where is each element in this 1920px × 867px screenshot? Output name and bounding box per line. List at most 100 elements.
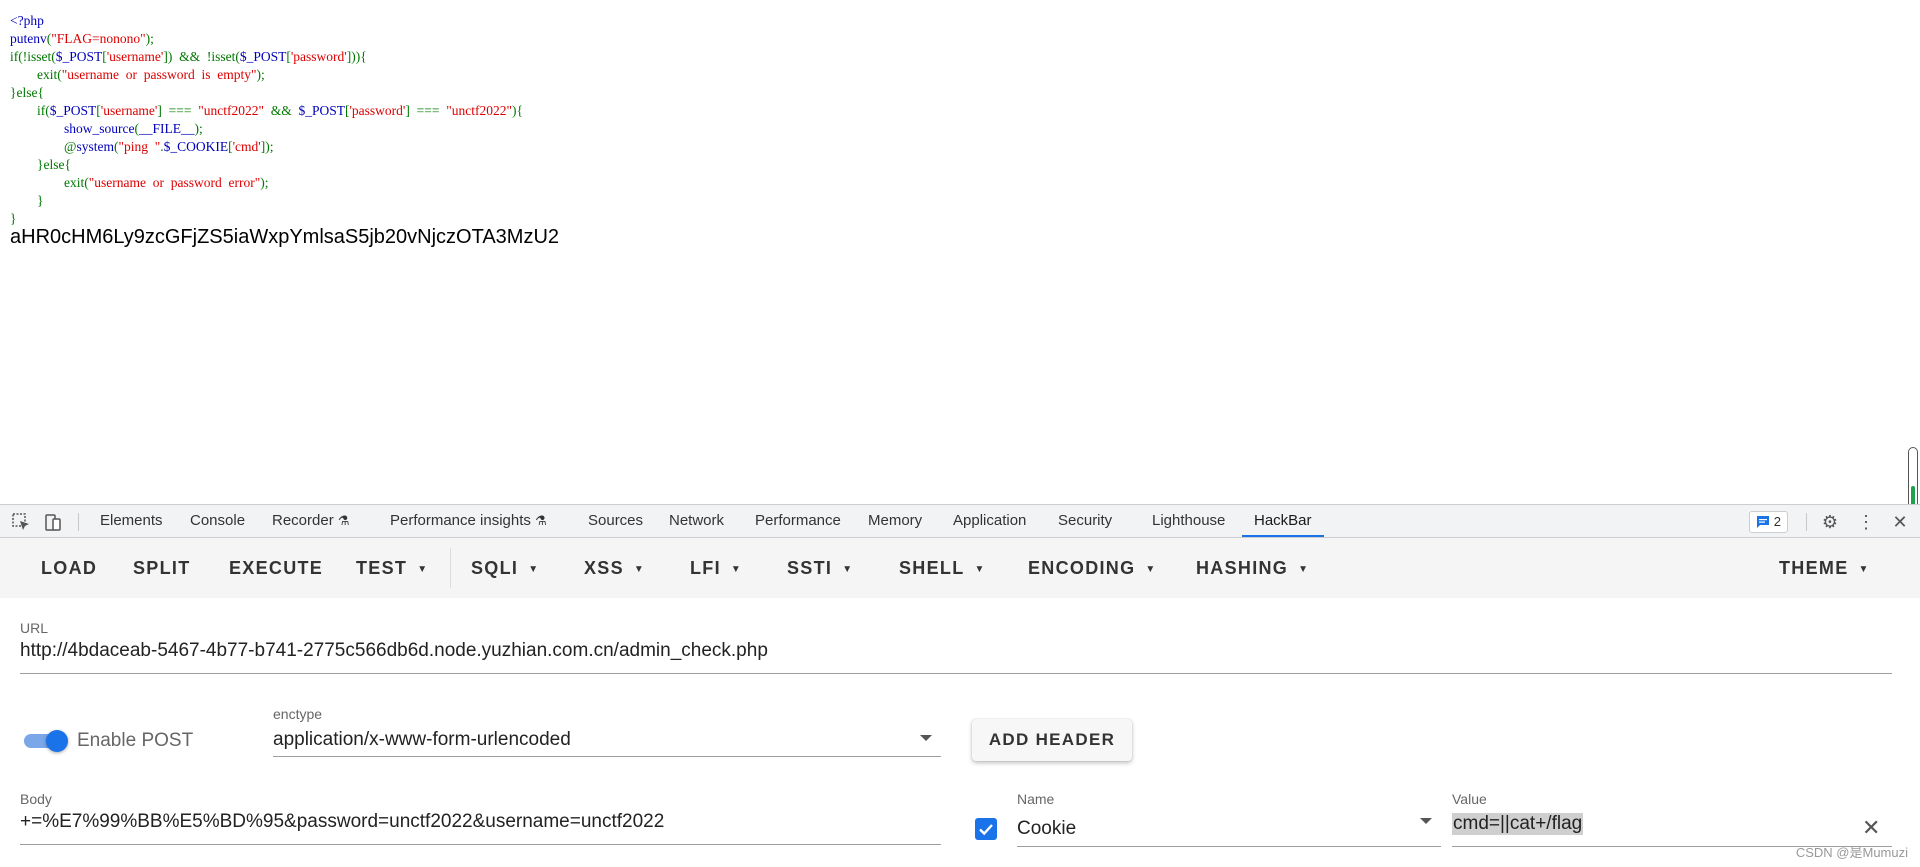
code-token: putenv (10, 31, 47, 46)
check-icon (979, 824, 993, 836)
code-token: } (10, 211, 17, 226)
code-token: 'password' (290, 49, 347, 64)
url-input[interactable]: http://4bdaceab-5467-4b77-b741-2775c566d… (20, 640, 768, 662)
sqli-menu-button[interactable]: SQLI ▼ (471, 550, 539, 586)
code-line: <?php (10, 12, 523, 30)
split-button[interactable]: SPLIT (133, 550, 191, 586)
php-source-code: <?php putenv("FLAG=nonono"); if(!isset( $_P… (10, 12, 523, 228)
test-menu-button[interactable]: TEST ▼ (356, 550, 428, 586)
code-token: $_POST (239, 49, 287, 64)
clear-icon[interactable]: ✕ (1862, 815, 1880, 841)
devtools-tab-bar: Elements Console Recorder ⚗ Performance … (0, 504, 1920, 538)
code-token: ])){ (346, 49, 367, 64)
code-token: 'password' (349, 103, 406, 118)
chevron-down-icon: ▼ (842, 564, 854, 575)
code-token: $_POST (298, 103, 345, 118)
inspect-icon[interactable] (10, 511, 32, 533)
add-header-button[interactable]: ADD HEADER (972, 719, 1132, 761)
code-token: "ping " (118, 139, 161, 154)
chevron-down-icon[interactable] (920, 735, 932, 741)
shell-menu-label: SHELL (899, 558, 965, 578)
enable-post-label: Enable POST (77, 730, 194, 751)
kebab-menu-icon[interactable]: ⋮ (1856, 512, 1876, 532)
tab-network[interactable]: Network (669, 505, 724, 537)
tab-performance[interactable]: Performance (755, 505, 841, 537)
code-line: @system("ping ".$_COOKIE['cmd']); (10, 138, 523, 156)
tab-sources[interactable]: Sources (588, 505, 643, 537)
header-name-select[interactable]: Cookie (1017, 818, 1076, 840)
tab-recorder-label: Recorder (272, 512, 334, 529)
code-line: exit("username or password is empty"); (10, 66, 523, 84)
code-token: 'username' (106, 49, 164, 64)
code-token: system (76, 139, 114, 154)
code-line: show_source(__FILE__); (10, 120, 523, 138)
sqli-menu-label: SQLI (471, 558, 519, 578)
tab-performance-insights-label: Performance insights (390, 512, 531, 529)
tab-console[interactable]: Console (190, 505, 245, 537)
close-icon[interactable]: ✕ (1890, 512, 1910, 532)
chevron-down-icon: ▼ (974, 564, 986, 575)
code-token: if( (10, 103, 50, 118)
code-token: if(!isset( (10, 49, 56, 64)
execute-button[interactable]: EXECUTE (229, 550, 323, 586)
tab-hackbar[interactable]: HackBar (1242, 505, 1324, 537)
url-label: URL (20, 620, 49, 636)
code-line: } (10, 192, 523, 210)
code-token: ] === (157, 103, 199, 118)
flask-icon: ⚗ (535, 513, 547, 528)
chevron-down-icon: ▼ (417, 564, 429, 575)
watermark: CSDN @是Mumuzi (1795, 845, 1908, 860)
ssti-menu-button[interactable]: SSTI ▼ (787, 550, 853, 586)
code-token: __FILE__ (139, 121, 195, 136)
code-token: "unctf2022" (446, 103, 512, 118)
chevron-down-icon: ▼ (1145, 564, 1157, 575)
code-token: "username or password is empty" (61, 67, 257, 82)
enctype-select[interactable]: application/x-www-form-urlencoded (273, 729, 571, 751)
tab-performance-insights[interactable]: Performance insights ⚗ (390, 505, 547, 537)
xss-menu-button[interactable]: XSS ▼ (584, 550, 645, 586)
chevron-down-icon: ▼ (1298, 564, 1310, 575)
code-token: exit( (10, 175, 89, 190)
issues-badge[interactable]: 2 (1748, 511, 1788, 533)
tab-recorder[interactable]: Recorder ⚗ (272, 505, 350, 537)
issues-count: 2 (1773, 514, 1781, 529)
tab-lighthouse[interactable]: Lighthouse (1152, 505, 1225, 537)
encoding-menu-label: ENCODING (1028, 558, 1136, 578)
tab-security[interactable]: Security (1058, 505, 1112, 537)
device-toolbar-icon[interactable] (42, 511, 64, 533)
code-token: 'cmd' (232, 139, 261, 154)
load-button[interactable]: LOAD (41, 550, 97, 586)
tab-application[interactable]: Application (953, 505, 1026, 537)
code-line: putenv("FLAG=nonono"); (10, 30, 523, 48)
code-line: }else{ (10, 156, 523, 174)
enable-post-toggle[interactable] (22, 729, 70, 753)
gear-icon[interactable]: ⚙ (1820, 512, 1840, 532)
tab-memory[interactable]: Memory (868, 505, 922, 537)
encoded-output-text: aHR0cHM6Ly9zcGFjZS5iaWxpYmlsaS5jb20vNjcz… (10, 226, 560, 248)
code-token: && (263, 103, 299, 118)
chevron-down-icon: ▼ (1858, 564, 1870, 575)
body-input[interactable]: +=%E7%99%BB%E5%BD%95&password=unctf2022&… (20, 811, 664, 833)
ssti-menu-label: SSTI (787, 558, 833, 578)
code-token: <?php (10, 13, 44, 28)
theme-menu-button[interactable]: THEME ▼ (1779, 550, 1870, 586)
header-value-label: Value (1452, 791, 1487, 807)
hashing-menu-button[interactable]: HASHING ▼ (1196, 550, 1309, 586)
code-token: "unctf2022" (198, 103, 264, 118)
lfi-menu-button[interactable]: LFI ▼ (690, 550, 742, 586)
page-scrollbar[interactable] (1908, 447, 1918, 509)
flask-icon: ⚗ (337, 513, 350, 528)
code-token: ]) && !isset( (163, 49, 240, 64)
tab-elements[interactable]: Elements (100, 505, 163, 537)
encoding-menu-button[interactable]: ENCODING ▼ (1028, 550, 1157, 586)
header-enabled-checkbox[interactable] (975, 818, 997, 840)
shell-menu-button[interactable]: SHELL ▼ (899, 550, 986, 586)
code-token: $_COOKIE (163, 139, 229, 154)
code-token: "FLAG=nonono" (51, 31, 146, 46)
chevron-down-icon[interactable] (1420, 818, 1432, 824)
theme-menu-label: THEME (1779, 558, 1849, 578)
header-value-input[interactable]: cmd=||cat+/flag (1452, 813, 1584, 835)
code-token: } (10, 193, 44, 208)
chevron-down-icon: ▼ (730, 564, 743, 575)
header-name-label: Name (1017, 791, 1055, 807)
